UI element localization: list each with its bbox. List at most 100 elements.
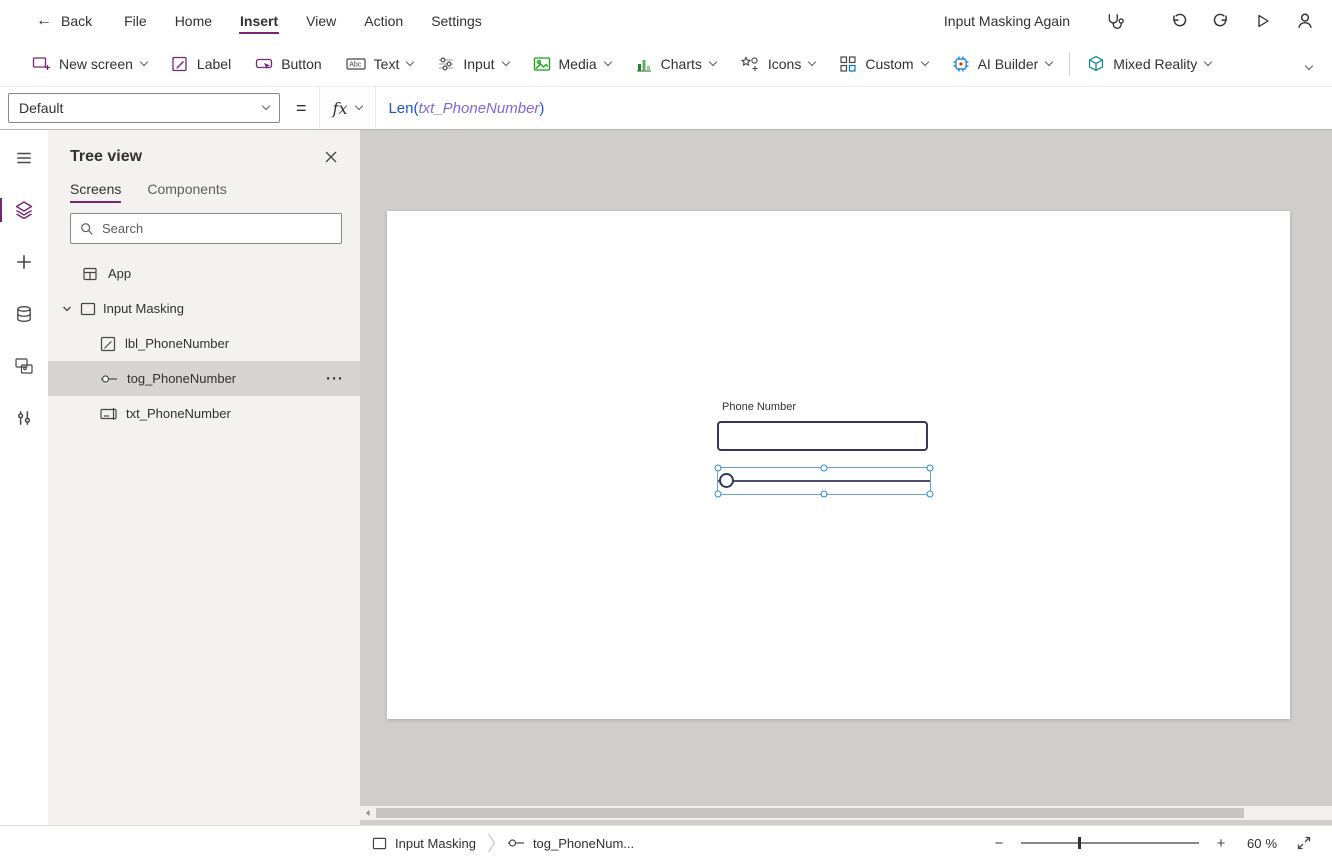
zoom-percent-sign: % — [1265, 836, 1277, 851]
equals-sign: = — [296, 98, 307, 119]
chevron-down-icon[interactable] — [61, 303, 73, 315]
ribbon-item-label: Custom — [865, 56, 913, 72]
tab-screens[interactable]: Screens — [70, 181, 121, 203]
ribbon-item-label: Button — [281, 56, 321, 72]
property-selector[interactable]: Default — [8, 93, 280, 123]
toggle-knob[interactable] — [719, 473, 734, 488]
tree-item-lbl-phonenumber[interactable]: lbl_PhoneNumber — [48, 326, 360, 361]
play-preview-icon[interactable] — [1248, 6, 1278, 36]
app-checker-icon[interactable] — [1100, 6, 1130, 36]
zoom-slider-knob[interactable] — [1078, 837, 1081, 849]
ribbon-ai-builder[interactable]: AI Builder — [940, 41, 1065, 86]
menu-insert[interactable]: Insert — [226, 0, 292, 41]
custom-icon — [839, 55, 857, 73]
ribbon-mixed-reality[interactable]: Mixed Reality — [1075, 41, 1223, 86]
scroll-left-arrow-icon[interactable] — [360, 809, 375, 817]
tree-item-txt-phonenumber[interactable]: txt_PhoneNumber — [48, 396, 360, 431]
formula-input[interactable]: Len(txt_PhoneNumber) — [388, 100, 1332, 117]
undo-icon[interactable] — [1164, 6, 1194, 36]
zoom-in-icon[interactable]: + — [1212, 835, 1230, 852]
tree-view-title: Tree view — [70, 148, 142, 166]
tree-item-screen-input-masking[interactable]: Input Masking — [48, 291, 360, 326]
canvas-area[interactable]: Phone Number — [360, 130, 1332, 825]
menu-home[interactable]: Home — [161, 0, 226, 41]
ribbon-item-label: New screen — [59, 56, 133, 72]
ribbon-item-label: Charts — [661, 56, 702, 72]
app-title: Input Masking Again — [944, 13, 1070, 29]
ribbon-custom[interactable]: Custom — [827, 41, 939, 86]
data-sources-icon[interactable] — [0, 296, 48, 332]
formula-identifier-text: txt_PhoneNumber — [419, 100, 540, 117]
breadcrumb-control[interactable]: tog_PhoneNum... — [507, 836, 634, 851]
back-button[interactable]: ← Back — [36, 13, 92, 29]
tree-item-label: Input Masking — [103, 301, 184, 316]
hamburger-menu-icon[interactable] — [0, 140, 48, 176]
chevron-down-icon — [603, 57, 611, 65]
menu-action[interactable]: Action — [350, 0, 417, 41]
toggle-control-icon — [507, 837, 525, 849]
fx-dropdown[interactable]: fx — [319, 87, 377, 129]
zoom-level: 60% — [1247, 836, 1277, 851]
label-control-icon — [100, 336, 116, 352]
back-label: Back — [61, 13, 92, 29]
screen-icon — [372, 837, 387, 850]
formula-bar: Default = fx Len(txt_PhoneNumber) — [0, 87, 1332, 130]
zoom-out-icon[interactable]: − — [990, 835, 1008, 852]
ribbon-collapse-chevron-icon[interactable] — [1300, 50, 1318, 78]
ribbon-new-screen[interactable]: New screen — [20, 41, 159, 86]
resize-handle-top-right[interactable] — [927, 465, 934, 472]
insert-plus-icon[interactable] — [0, 244, 48, 280]
ribbon-item-label: Mixed Reality — [1113, 56, 1197, 72]
ribbon-item-label: Text — [374, 56, 400, 72]
ribbon-input[interactable]: Input — [425, 41, 520, 86]
resize-handle-bottom-left[interactable] — [715, 491, 722, 498]
media-panel-icon[interactable] — [0, 348, 48, 384]
horizontal-scrollbar[interactable] — [360, 806, 1332, 820]
search-input[interactable] — [102, 221, 332, 236]
phone-number-text-input[interactable] — [717, 421, 928, 451]
ribbon-icons[interactable]: Icons — [728, 41, 827, 86]
media-icon — [533, 55, 551, 73]
tree-item-tog-phonenumber[interactable]: tog_PhoneNumber ··· — [48, 361, 360, 396]
formula-function-text: Len( — [388, 100, 418, 117]
property-selected-value: Default — [19, 100, 63, 116]
screen-icon — [80, 302, 96, 316]
resize-handle-top-left[interactable] — [715, 465, 722, 472]
top-menu-bar: ← Back File Home Insert View Action Sett… — [0, 0, 1332, 41]
resize-handle-bottom-right[interactable] — [927, 491, 934, 498]
advanced-tools-icon[interactable] — [0, 400, 48, 436]
menu-settings[interactable]: Settings — [417, 0, 496, 41]
tree-item-label: txt_PhoneNumber — [126, 406, 231, 421]
ribbon-label[interactable]: Label — [159, 41, 243, 86]
search-box[interactable] — [70, 213, 342, 244]
resize-handle-bottom-middle[interactable] — [821, 491, 828, 498]
app-screen-canvas[interactable]: Phone Number — [387, 211, 1290, 719]
zoom-slider[interactable] — [1021, 835, 1199, 851]
redo-icon[interactable] — [1206, 6, 1236, 36]
ribbon-text[interactable]: Abc Text — [334, 41, 426, 86]
account-icon[interactable] — [1290, 6, 1320, 36]
breadcrumb-screen[interactable]: Input Masking — [372, 836, 476, 851]
ribbon-media[interactable]: Media — [521, 41, 623, 86]
chevron-down-icon — [262, 102, 270, 110]
tree-view-icon[interactable] — [0, 192, 48, 228]
svg-text:Abc: Abc — [349, 61, 362, 68]
left-icon-rail — [0, 130, 48, 825]
resize-handle-top-middle[interactable] — [821, 465, 828, 472]
fit-to-window-icon[interactable] — [1296, 835, 1312, 851]
tree-item-app[interactable]: App — [48, 256, 360, 291]
menu-file[interactable]: File — [110, 0, 161, 41]
menu-view[interactable]: View — [292, 0, 350, 41]
ribbon-charts[interactable]: Charts — [623, 41, 728, 86]
close-icon[interactable] — [322, 148, 340, 166]
tree-item-label: lbl_PhoneNumber — [125, 336, 229, 351]
ribbon-item-label: Input — [463, 56, 494, 72]
more-options-icon[interactable]: ··· — [326, 370, 344, 387]
scrollbar-thumb[interactable] — [376, 808, 1244, 818]
phone-number-label[interactable]: Phone Number — [722, 401, 796, 413]
ribbon-button[interactable]: Button — [243, 41, 333, 86]
back-arrow-icon: ← — [36, 13, 52, 29]
tab-components[interactable]: Components — [147, 181, 226, 203]
phone-number-toggle-selected[interactable] — [717, 467, 931, 495]
chevron-down-icon — [1045, 57, 1053, 65]
